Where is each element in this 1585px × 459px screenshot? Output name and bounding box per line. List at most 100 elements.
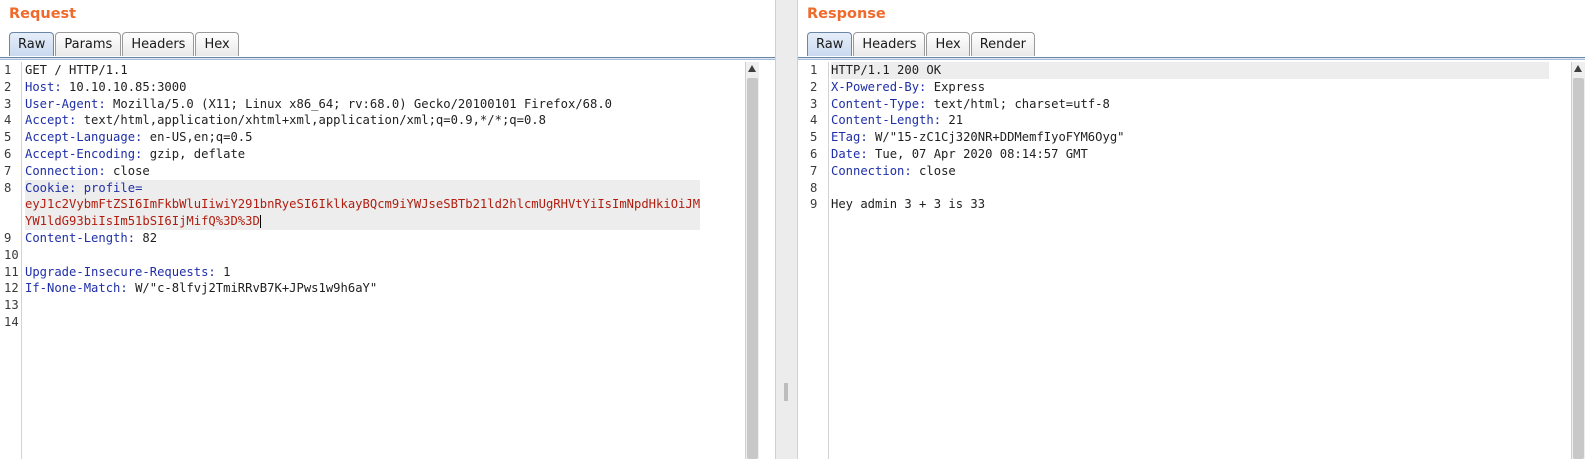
header-name: Connection:	[831, 163, 912, 178]
line-number: 2	[4, 79, 12, 94]
request-header-line: Accept-Encoding: gzip, deflate	[25, 146, 700, 163]
line-number: 3	[810, 96, 818, 111]
header-name: Host:	[25, 79, 62, 94]
header-value: 1	[215, 264, 231, 279]
line-number: 6	[4, 146, 12, 161]
response-body-line: Hey admin 3 + 3 is 33	[831, 196, 1549, 213]
header-value: W/"c-8lfvj2TmiRRvB7K+JPws1w9h6aY"	[127, 281, 378, 296]
cookie-key: profile=	[76, 180, 143, 195]
scroll-up-arrow-icon[interactable]	[748, 65, 756, 72]
header-name: Connection:	[25, 163, 106, 178]
line-number: 6	[810, 146, 818, 161]
request-title: Request	[9, 6, 77, 22]
response-header-line: Connection: close	[831, 163, 1549, 180]
request-tab-params[interactable]: Params	[55, 32, 122, 56]
empty-line	[25, 247, 700, 264]
line-number: 8	[4, 180, 12, 195]
line-number: 9	[810, 197, 818, 212]
empty-line	[831, 180, 1549, 197]
response-tab-underline	[798, 57, 1585, 60]
header-value: close	[911, 163, 956, 178]
line-number: 7	[810, 163, 818, 178]
response-tab-headers[interactable]: Headers	[853, 32, 926, 56]
request-header-line: Host: 10.10.10.85:3000	[25, 79, 700, 96]
splitter-grip-icon[interactable]	[784, 383, 788, 401]
request-header-line: If-None-Match: W/"c-8lfvj2TmiRRvB7K+JPws…	[25, 280, 700, 297]
request-tab-raw[interactable]: Raw	[9, 32, 55, 56]
request-header-line: User-Agent: Mozilla/5.0 (X11; Linux x86_…	[25, 96, 700, 113]
response-scrollbar[interactable]	[1571, 62, 1585, 459]
header-name: ETag:	[831, 130, 868, 145]
response-header-line: Date: Tue, 07 Apr 2020 08:14:57 GMT	[831, 146, 1549, 163]
line-number: 2	[810, 79, 818, 94]
request-line: GET / HTTP/1.1	[25, 62, 700, 79]
line-number: 1	[810, 63, 818, 77]
line-number: 7	[4, 163, 12, 178]
line-number: 12	[4, 281, 19, 296]
response-tab-hex[interactable]: Hex	[926, 32, 970, 56]
request-scrollbar[interactable]	[745, 62, 759, 459]
header-value: gzip, deflate	[142, 146, 246, 161]
request-tab-headers[interactable]: Headers	[122, 32, 195, 56]
header-value: 21	[941, 113, 964, 128]
response-header-line: X-Powered-By: Express	[831, 79, 1549, 96]
header-value: W/"15-zC1Cj320NR+DDMemfIyoFYM6Oyg"	[867, 130, 1125, 145]
line-number: 4	[4, 113, 12, 128]
header-name: Content-Length:	[25, 230, 136, 245]
line-number: 5	[810, 130, 818, 145]
scrollbar-thumb[interactable]	[1573, 78, 1584, 459]
header-name: Accept:	[25, 113, 77, 128]
response-tabs: Raw Headers Hex Render	[807, 32, 1036, 58]
header-name: Date:	[831, 146, 868, 161]
line-number: 9	[4, 230, 12, 245]
response-line-gutter: 1 2 3 4 5 6 7 8 9	[798, 62, 829, 459]
request-body-text[interactable]: GET / HTTP/1.1 Host: 10.10.10.85:3000 Us…	[25, 62, 701, 331]
request-header-line: Upgrade-Insecure-Requests: 1	[25, 264, 700, 281]
header-value: en-US,en;q=0.5	[142, 130, 253, 145]
request-tab-hex[interactable]: Hex	[195, 32, 239, 56]
header-value: close	[105, 163, 150, 178]
header-value: 82	[135, 230, 158, 245]
header-value: Tue, 07 Apr 2020 08:14:57 GMT	[867, 146, 1088, 161]
status-line: HTTP/1.1 200 OK	[831, 62, 1549, 79]
request-header-line: Accept-Language: en-US,en;q=0.5	[25, 129, 700, 146]
header-value: Express	[926, 79, 986, 94]
cookie-value-part1: eyJ1c2VybmFtZSI6ImFkbWluIiwiY291bnRyeSI6…	[25, 197, 701, 212]
cookie-value-part2: YW1ldG93biIsIm51bSI6IjMifQ%3D%3D	[25, 214, 260, 229]
response-tab-raw[interactable]: Raw	[807, 32, 853, 56]
header-name: Content-Type:	[831, 96, 927, 111]
empty-line	[25, 314, 700, 331]
response-editor[interactable]: 1 2 3 4 5 6 7 8 9 HTTP/1.1 200 OK X-Powe…	[798, 62, 1585, 459]
request-tabs: Raw Params Headers Hex	[9, 32, 240, 58]
response-header-line: Content-Length: 21	[831, 112, 1549, 129]
line-number: 13	[4, 298, 19, 313]
header-name: Cookie:	[25, 180, 77, 195]
header-name: If-None-Match:	[25, 281, 128, 296]
header-value: Mozilla/5.0 (X11; Linux x86_64; rv:68.0)…	[105, 96, 613, 111]
empty-line	[25, 297, 700, 314]
response-title: Response	[807, 6, 886, 22]
scroll-up-arrow-icon[interactable]	[1574, 65, 1582, 72]
request-editor[interactable]: 1 2 3 4 5 6 7 8 9 10 11 12 13 14 GET / H…	[0, 62, 775, 459]
response-header-line: Content-Type: text/html; charset=utf-8	[831, 96, 1549, 113]
header-name: User-Agent:	[25, 96, 106, 111]
response-tab-render[interactable]: Render	[970, 32, 1035, 56]
status-line-text: HTTP/1.1 200 OK	[831, 63, 942, 77]
response-body-text[interactable]: HTTP/1.1 200 OK X-Powered-By: Express Co…	[831, 62, 1549, 213]
header-name: Accept-Language:	[25, 130, 143, 145]
header-name: Upgrade-Insecure-Requests:	[25, 264, 216, 279]
line-number: 8	[810, 180, 818, 195]
header-value: text/html,application/xhtml+xml,applicat…	[76, 113, 546, 128]
response-body: Hey admin 3 + 3 is 33	[831, 197, 986, 212]
request-header-line: Accept: text/html,application/xhtml+xml,…	[25, 112, 700, 129]
line-number: 5	[4, 130, 12, 145]
text-cursor	[259, 215, 261, 229]
line-number: 10	[4, 247, 19, 262]
line-number: 1	[4, 63, 12, 77]
cookie-header-line: Cookie: profile= eyJ1c2VybmFtZSI6ImFkbWl…	[25, 179, 701, 230]
header-name: X-Powered-By:	[831, 79, 927, 94]
line-number: 14	[4, 314, 19, 329]
line-number: 4	[810, 113, 818, 128]
line-number: 11	[4, 264, 19, 279]
scrollbar-thumb[interactable]	[747, 78, 758, 459]
